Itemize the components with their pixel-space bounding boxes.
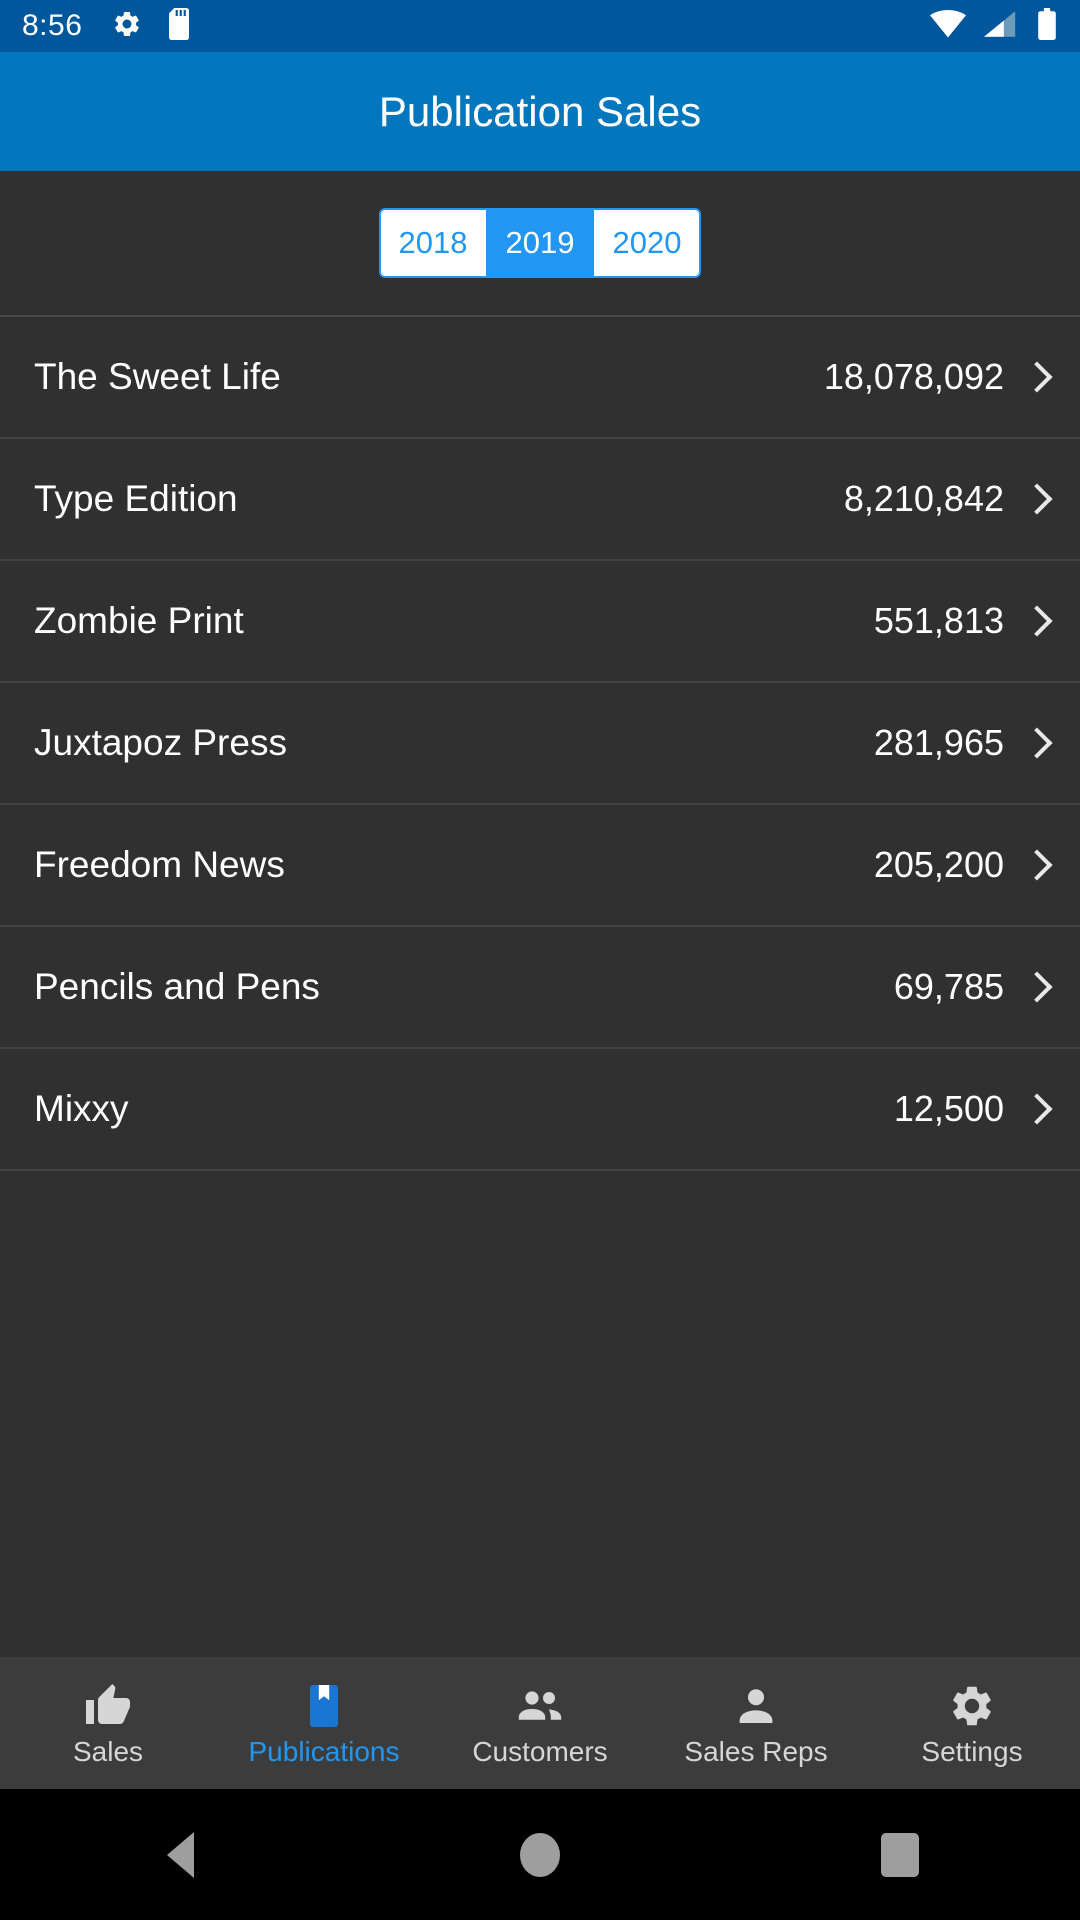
year-option-2018[interactable]: 2018 bbox=[380, 210, 488, 276]
tab-label: Settings bbox=[921, 1736, 1023, 1767]
circle-home-icon bbox=[520, 1832, 560, 1877]
publication-name: Freedom News bbox=[34, 844, 285, 885]
table-row[interactable]: Zombie Print 551,813 bbox=[0, 561, 1080, 683]
publication-sales-value: 551,813 bbox=[873, 600, 1004, 641]
chevron-right-icon bbox=[1024, 481, 1046, 517]
thumbs-up-icon bbox=[82, 1678, 134, 1730]
android-navigation-bar bbox=[0, 1789, 1080, 1920]
gear-icon bbox=[112, 9, 142, 44]
table-row[interactable]: Mixxy 12,500 bbox=[0, 1049, 1080, 1171]
tab-customers[interactable]: Customers bbox=[432, 1657, 648, 1789]
chevron-right-icon bbox=[1024, 359, 1046, 395]
status-bar-left-icons bbox=[112, 7, 194, 45]
status-bar-right-icons bbox=[930, 7, 1058, 45]
person-icon bbox=[730, 1678, 782, 1730]
chevron-right-icon bbox=[1024, 603, 1046, 639]
tab-sales-reps[interactable]: Sales Reps bbox=[648, 1657, 864, 1789]
tab-label: Sales bbox=[72, 1736, 144, 1767]
table-row[interactable]: Freedom News 205,200 bbox=[0, 805, 1080, 927]
chevron-right-icon bbox=[1024, 969, 1046, 1005]
chevron-right-icon bbox=[1024, 847, 1046, 883]
chevron-right-icon bbox=[1024, 725, 1046, 761]
tab-label: Sales Reps bbox=[684, 1736, 828, 1767]
battery-icon bbox=[1036, 7, 1058, 45]
year-option-2020[interactable]: 2020 bbox=[594, 210, 700, 276]
people-icon bbox=[512, 1678, 568, 1730]
year-filter-container: 2018 2019 2020 bbox=[0, 171, 1080, 317]
publication-sales-value: 205,200 bbox=[873, 844, 1004, 885]
tab-sales[interactable]: Sales bbox=[0, 1657, 216, 1789]
year-option-2019[interactable]: 2019 bbox=[487, 210, 595, 276]
publication-name: Pencils and Pens bbox=[34, 966, 320, 1007]
publication-sales-value: 69,785 bbox=[893, 966, 1004, 1007]
table-row[interactable]: Type Edition 8,210,842 bbox=[0, 439, 1080, 561]
phone-screen: 8:56 Publication Sales 2018 2019 2020 Th… bbox=[0, 0, 1080, 1920]
book-bookmark-icon bbox=[298, 1678, 350, 1730]
publication-sales-value: 18,078,092 bbox=[823, 356, 1004, 397]
square-recents-icon bbox=[881, 1832, 919, 1877]
triangle-back-icon bbox=[166, 1831, 194, 1878]
gear-icon bbox=[946, 1678, 998, 1730]
status-bar: 8:56 bbox=[0, 0, 1080, 52]
nav-recents-button[interactable] bbox=[840, 1825, 960, 1885]
publication-sales-value: 8,210,842 bbox=[843, 478, 1004, 519]
app-bar: Publication Sales bbox=[0, 52, 1080, 171]
publication-name: The Sweet Life bbox=[34, 356, 281, 397]
table-row[interactable]: Juxtapoz Press 281,965 bbox=[0, 683, 1080, 805]
nav-back-button[interactable] bbox=[120, 1825, 240, 1885]
wifi-icon bbox=[930, 9, 966, 43]
year-segmented-control[interactable]: 2018 2019 2020 bbox=[378, 208, 702, 278]
tab-settings[interactable]: Settings bbox=[864, 1657, 1080, 1789]
table-row[interactable]: The Sweet Life 18,078,092 bbox=[0, 317, 1080, 439]
publication-name: Type Edition bbox=[34, 478, 238, 519]
publication-name: Mixxy bbox=[34, 1088, 129, 1129]
bottom-tab-bar: Sales Publications Customers Sales Reps … bbox=[0, 1657, 1080, 1789]
publication-sales-value: 281,965 bbox=[873, 722, 1004, 763]
publication-name: Juxtapoz Press bbox=[34, 722, 287, 763]
page-title: Publication Sales bbox=[378, 87, 702, 135]
cell-signal-icon bbox=[984, 10, 1018, 43]
chevron-right-icon bbox=[1024, 1091, 1046, 1127]
status-bar-clock: 8:56 bbox=[22, 9, 83, 42]
publication-sales-value: 12,500 bbox=[893, 1088, 1004, 1129]
publication-name: Zombie Print bbox=[34, 600, 244, 641]
sd-card-icon bbox=[168, 7, 194, 45]
table-row[interactable]: Pencils and Pens 69,785 bbox=[0, 927, 1080, 1049]
publication-list: The Sweet Life 18,078,092 Type Edition 8… bbox=[0, 317, 1080, 1657]
tab-publications[interactable]: Publications bbox=[216, 1657, 432, 1789]
nav-home-button[interactable] bbox=[480, 1825, 600, 1885]
tab-label: Customers bbox=[472, 1736, 608, 1767]
tab-label: Publications bbox=[248, 1736, 400, 1767]
